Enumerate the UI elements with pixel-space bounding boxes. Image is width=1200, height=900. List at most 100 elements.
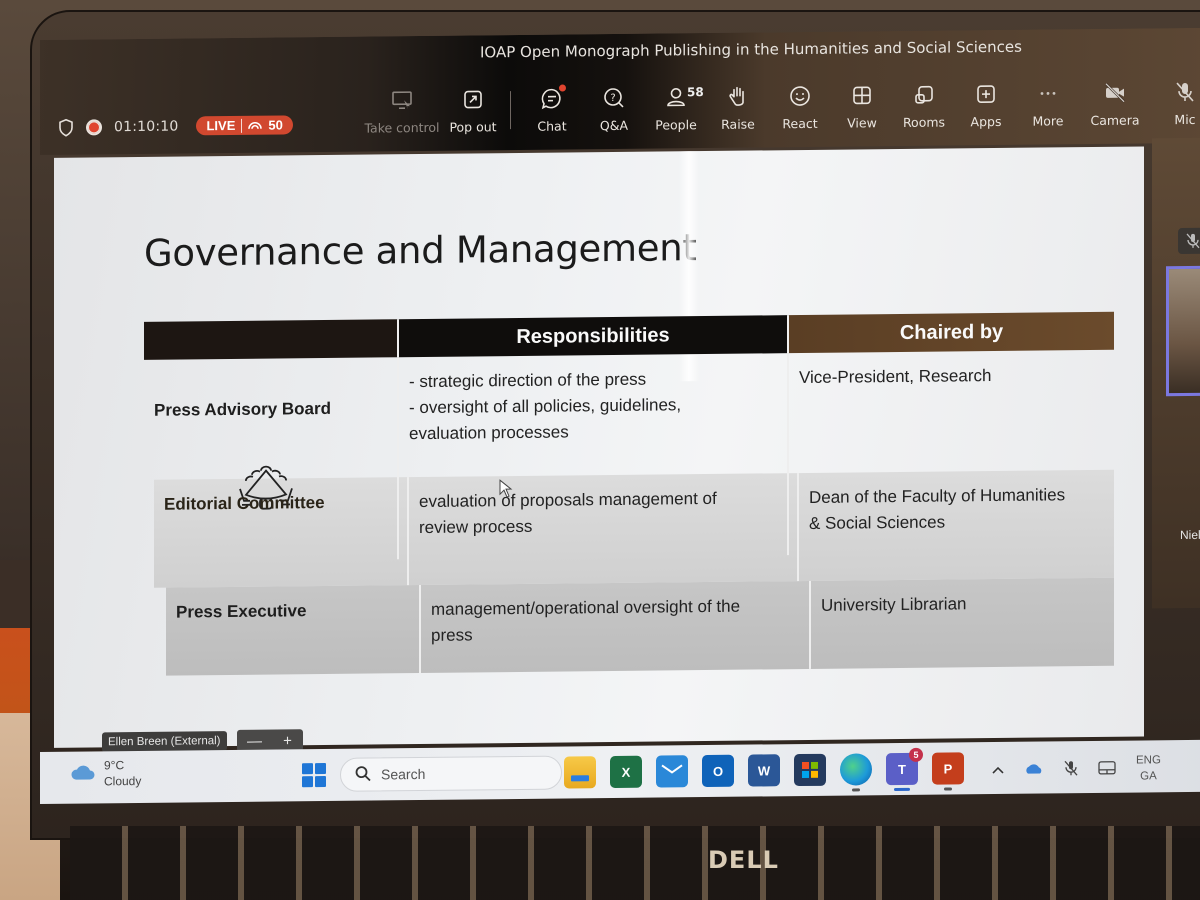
language-indicator[interactable]: ENG GA — [1136, 752, 1161, 784]
body-name: Press Advisory Board — [154, 398, 331, 420]
header-body — [144, 319, 399, 360]
weather-desc: Cloudy — [104, 773, 142, 789]
search-icon — [355, 765, 371, 784]
responsibilities-cell: management/operational oversight of the … — [421, 580, 811, 674]
camera-button[interactable]: Camera — [1080, 78, 1150, 128]
live-label: LIVE — [206, 117, 236, 134]
participant-name: Niel — [1180, 527, 1200, 543]
pinned-apps: X O W T 5 P — [564, 747, 964, 792]
media-controls: Camera Mic — [1080, 78, 1200, 128]
apps-button[interactable]: Apps — [955, 80, 1017, 130]
laptop-keyboard — [70, 826, 1200, 900]
zoom-in-button[interactable]: + — [283, 732, 292, 749]
live-badge[interactable]: LIVE 50 — [196, 115, 293, 136]
search-placeholder: Search — [381, 765, 426, 783]
dell-logo: DELL — [708, 846, 779, 874]
pop-out-icon — [459, 85, 487, 113]
take-control-label: Take control — [364, 119, 440, 136]
view-icon — [848, 81, 876, 109]
windows-taskbar: 9°C Cloudy Search X O W T 5 P ENG GA — [40, 739, 1200, 804]
chat-button[interactable]: Chat — [521, 84, 583, 134]
participants-panel: Niel — [1152, 137, 1200, 609]
more-icon — [1034, 79, 1062, 107]
system-tray: ENG GA — [992, 752, 1161, 786]
body-name: Press Executive — [166, 585, 421, 676]
raise-hand-button[interactable]: Raise — [707, 82, 769, 132]
meeting-title: IOAP Open Monograph Publishing in the Hu… — [480, 37, 1022, 62]
people-icon — [662, 83, 690, 111]
onedrive-icon[interactable] — [1024, 762, 1044, 777]
shield-icon[interactable] — [58, 118, 74, 137]
rooms-label: Rooms — [902, 114, 946, 130]
touchpad-icon[interactable] — [1098, 760, 1116, 777]
mic-button[interactable]: Mic — [1150, 78, 1200, 128]
toolbar-actions: Take control Pop out Chat ? Q&A 58 Peopl… — [362, 79, 1079, 136]
apps-label: Apps — [970, 113, 1002, 130]
zoom-out-button[interactable]: — — [247, 732, 262, 749]
rooms-button[interactable]: Rooms — [893, 80, 955, 130]
windows-logo-icon — [302, 763, 313, 775]
recording-icon — [86, 118, 102, 136]
taskbar-search[interactable]: Search — [340, 755, 562, 792]
presenter-name: Ellen Breen (External) — [102, 731, 227, 753]
mic-off-icon — [1171, 78, 1199, 106]
chat-notification-dot — [559, 84, 566, 92]
qa-label: Q&A — [599, 117, 629, 134]
microsoft-store-icon[interactable] — [794, 753, 826, 787]
react-label: React — [782, 115, 818, 132]
word-icon[interactable]: W — [748, 754, 780, 787]
camera-off-icon — [1101, 79, 1129, 107]
take-control-button[interactable]: Take control — [362, 86, 442, 136]
view-button[interactable]: View — [831, 81, 893, 131]
pop-out-label: Pop out — [449, 119, 497, 135]
live-divider — [241, 118, 243, 133]
more-label: More — [1032, 113, 1064, 129]
laptop-screen: IOAP Open Monograph Publishing in the Hu… — [40, 27, 1200, 820]
weather-temp: 9°C — [104, 758, 125, 773]
header-chaired-by: Chaired by — [789, 311, 1114, 354]
viewer-count: 50 — [268, 117, 283, 133]
pop-out-button[interactable]: Pop out — [442, 85, 504, 135]
participant-mic-off-icon — [1178, 227, 1200, 255]
view-label: View — [847, 115, 877, 131]
body-name: Editorial Committee — [154, 477, 409, 588]
table-row: Press Executive management/operational o… — [166, 577, 1114, 676]
raise-label: Raise — [721, 116, 755, 132]
people-button[interactable]: 58 People — [645, 83, 707, 133]
qa-icon: ? — [600, 84, 628, 112]
slide-title: Governance and Management — [144, 226, 697, 275]
table-row: Editorial Committee evaluation of propos… — [154, 469, 1114, 588]
mic-label: Mic — [1174, 111, 1196, 128]
mouse-cursor-icon — [499, 479, 513, 504]
outlook-icon[interactable]: O — [702, 754, 734, 788]
rooms-icon — [910, 81, 938, 109]
powerpoint-icon[interactable]: P — [932, 752, 964, 791]
governance-table: Responsibilities Chaired by Press Adviso… — [144, 311, 1114, 676]
react-button[interactable]: React — [769, 82, 831, 132]
teams-icon[interactable]: T 5 — [886, 747, 923, 792]
active-speaker-tile[interactable] — [1166, 265, 1200, 397]
camera-label: Camera — [1090, 112, 1140, 128]
chaired-by-cell: Dean of the Faculty of Humanities & Soci… — [809, 485, 1066, 533]
more-button[interactable]: More — [1017, 79, 1079, 129]
teams-notification-badge: 5 — [909, 747, 923, 762]
responsibilities-cell: evaluation of proposals management of re… — [409, 473, 799, 586]
weather-widget[interactable]: 9°C Cloudy — [70, 757, 141, 790]
viewers-icon — [248, 118, 263, 133]
mic-muted-tray-icon[interactable] — [1064, 760, 1078, 779]
excel-icon[interactable]: X — [610, 755, 642, 789]
svg-text:?: ? — [610, 93, 615, 104]
chat-label: Chat — [537, 118, 567, 134]
windows-start-button[interactable] — [302, 763, 326, 788]
raise-hand-icon — [724, 83, 752, 111]
people-label: People — [655, 117, 697, 133]
chevron-up-icon[interactable] — [992, 763, 1004, 777]
mail-icon[interactable] — [656, 755, 688, 788]
meeting-status: 01:10:10 LIVE 50 — [58, 115, 293, 137]
edge-icon[interactable] — [840, 753, 872, 792]
apps-icon — [972, 80, 1000, 108]
file-explorer-icon[interactable] — [564, 756, 596, 789]
react-icon — [786, 82, 814, 110]
qa-button[interactable]: ? Q&A — [583, 84, 645, 134]
toolbar-divider — [510, 91, 511, 130]
